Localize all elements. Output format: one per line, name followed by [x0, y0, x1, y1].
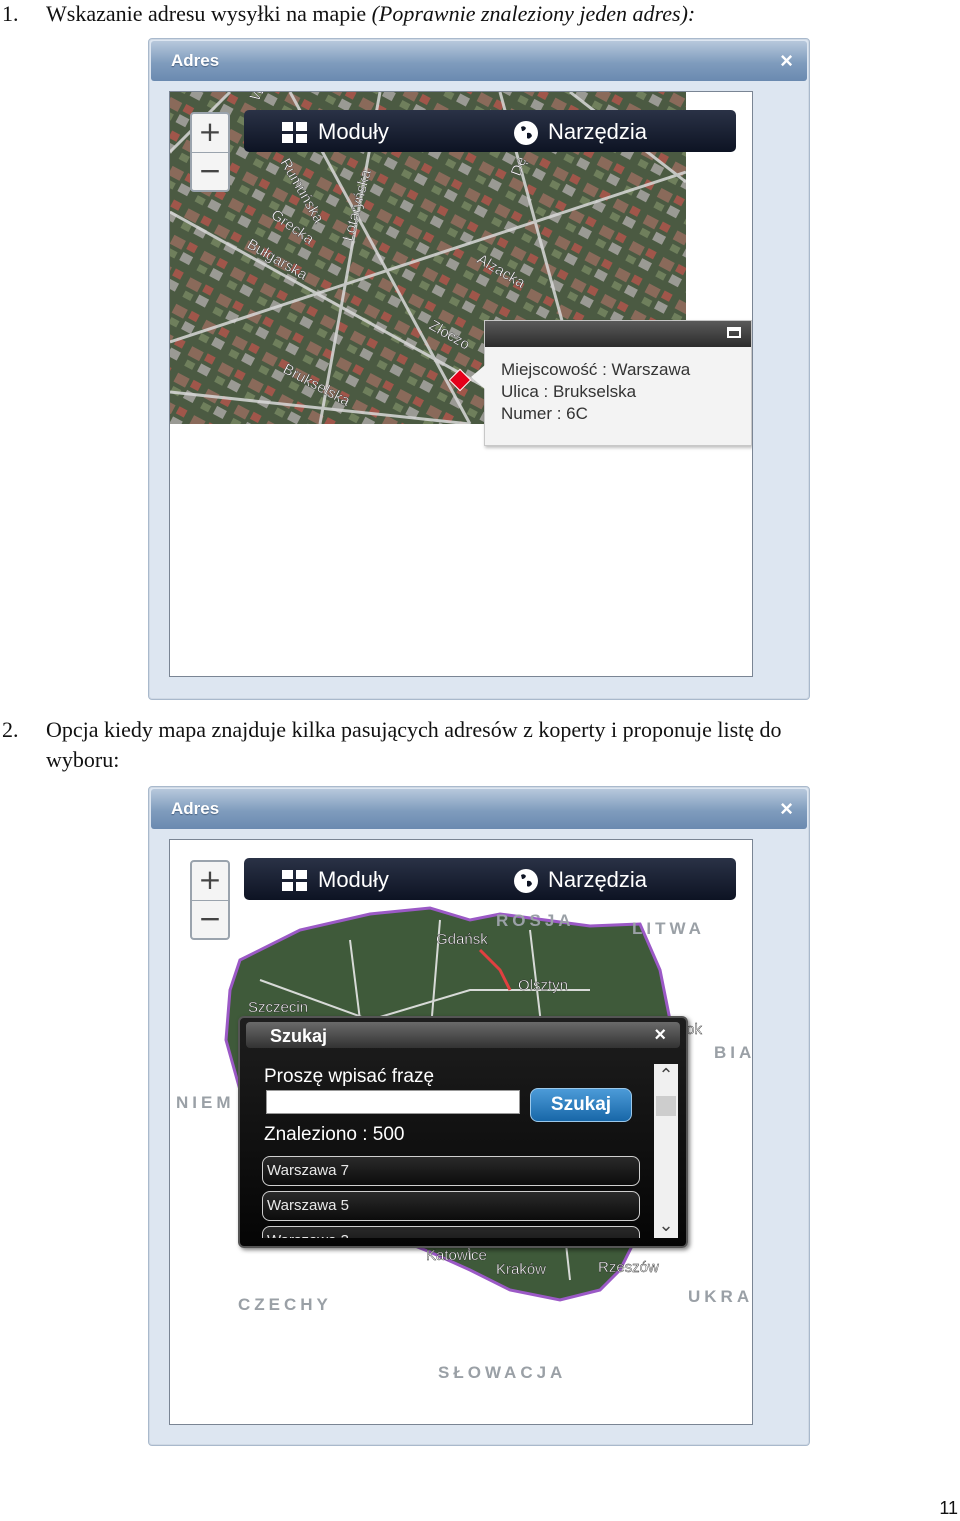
country-label: LITWA — [632, 919, 705, 938]
map-label: Olsztyn — [518, 977, 568, 994]
grid-icon — [282, 870, 308, 892]
search-input[interactable] — [266, 1090, 520, 1114]
list-item[interactable]: Warszawa 5 — [262, 1191, 640, 1221]
popup-street: Ulica : Brukselska — [501, 382, 637, 401]
window-titlebar: Adres × — [151, 789, 807, 829]
map-label: Kraków — [496, 1261, 546, 1278]
window-titlebar: Adres × — [151, 41, 807, 81]
maximize-icon[interactable] — [727, 327, 741, 338]
modules-label: Moduły — [318, 867, 389, 892]
address-popup: Miejscowość : Warszawa Ulica : Brukselsk… — [471, 320, 752, 446]
tools-label: Narzędzia — [548, 119, 648, 144]
results-list: Warszawa 7 Warszawa 5 Warszawa 3 — [262, 1156, 640, 1238]
close-icon[interactable]: × — [780, 797, 793, 821]
country-label: SŁOWACJA — [438, 1363, 566, 1382]
map-toolbar: Moduły Narzędzia — [244, 110, 736, 152]
address-window-1: Adres × Grecka Bułgarska Lotaryńska Alza… — [148, 38, 810, 700]
popup-header — [485, 321, 751, 347]
section2-text: Opcja kiedy mapa znajduje kilka pasujący… — [46, 717, 782, 742]
country-label: CZECHY — [238, 1295, 332, 1314]
modules-menu[interactable]: Moduły — [282, 866, 389, 894]
close-icon[interactable]: × — [780, 49, 793, 73]
map-label: Szczecin — [248, 999, 308, 1016]
section2-heading: 2. Opcja kiedy mapa znajduje kilka pasują… — [2, 716, 782, 744]
section1-heading: 1. Wskazanie adresu wysyłki na mapie (Pop… — [2, 0, 695, 28]
map-panel: Grecka Bułgarska Lotaryńska Alzacka Bruk… — [169, 91, 753, 677]
section1-italic: (Poprawnie znaleziony jeden adres): — [371, 1, 696, 26]
zoom-in-button[interactable]: + — [192, 114, 228, 152]
zoom-control: + − — [190, 112, 230, 192]
grid-icon — [282, 122, 308, 144]
map-toolbar: Moduły Narzędzia — [244, 858, 736, 900]
search-prompt: Proszę wpisać frazę — [264, 1066, 435, 1087]
close-icon[interactable]: × — [654, 1024, 666, 1047]
modules-label: Moduły — [318, 119, 389, 144]
popup-city: Miejscowość : Warszawa — [501, 360, 691, 379]
scroll-thumb[interactable] — [656, 1096, 676, 1116]
search-title: Szukaj — [270, 1026, 328, 1046]
country-label: BIAŁ — [714, 1043, 752, 1062]
tools-menu[interactable]: Narzędzia — [514, 118, 647, 146]
country-label: NIEM — [176, 1093, 235, 1112]
country-label: UKRA — [688, 1287, 752, 1306]
map-label: Katowice — [426, 1247, 487, 1264]
zoom-in-button[interactable]: + — [192, 862, 228, 900]
section2-number: 2. — [2, 717, 19, 742]
section2-heading-cont: wyboru: — [46, 746, 119, 774]
country-label: ROSJA — [496, 911, 575, 930]
results-scrollbar[interactable]: ⌃ ⌄ — [654, 1064, 678, 1238]
address-window-2: Adres × Gdańsk Olsztyn Szczecin tok Kato… — [148, 786, 810, 1446]
list-item[interactable]: Warszawa 7 — [262, 1156, 640, 1186]
window-title: Adres — [171, 799, 220, 818]
tools-menu[interactable]: Narzędzia — [514, 866, 647, 894]
modules-menu[interactable]: Moduły — [282, 118, 389, 146]
zoom-control: + − — [190, 860, 230, 940]
search-button[interactable]: Szukaj — [530, 1088, 632, 1122]
search-dialog: Szukaj × Proszę wpisać frazę Szukaj Znal… — [238, 1016, 688, 1248]
globe-icon — [514, 869, 538, 894]
chevron-up-icon[interactable]: ⌃ — [654, 1064, 678, 1088]
popup-number: Numer : 6C — [501, 404, 588, 423]
map-label: Rzeszów — [598, 1259, 659, 1276]
zoom-out-button[interactable]: − — [192, 152, 228, 190]
globe-icon — [514, 121, 538, 146]
popup-pointer — [471, 365, 485, 389]
section1-number: 1. — [2, 1, 19, 26]
tools-label: Narzędzia — [548, 867, 648, 892]
chevron-down-icon[interactable]: ⌄ — [654, 1214, 678, 1238]
section1-text: Wskazanie adresu wysyłki na mapie — [46, 1, 372, 26]
search-header: Szukaj × — [246, 1022, 680, 1048]
results-count: Znaleziono : 500 — [264, 1124, 405, 1145]
map-label: Gdańsk — [436, 931, 488, 948]
section2-text2: wyboru: — [46, 747, 120, 772]
map-panel: Gdańsk Olsztyn Szczecin tok Katowice Kra… — [169, 839, 753, 1425]
popup-content: Miejscowość : Warszawa Ulica : Brukselsk… — [485, 347, 751, 437]
zoom-out-button[interactable]: − — [192, 900, 228, 938]
page-number: 11 — [939, 1498, 958, 1518]
list-item[interactable]: Warszawa 3 — [262, 1226, 640, 1238]
window-title: Adres — [171, 51, 220, 70]
